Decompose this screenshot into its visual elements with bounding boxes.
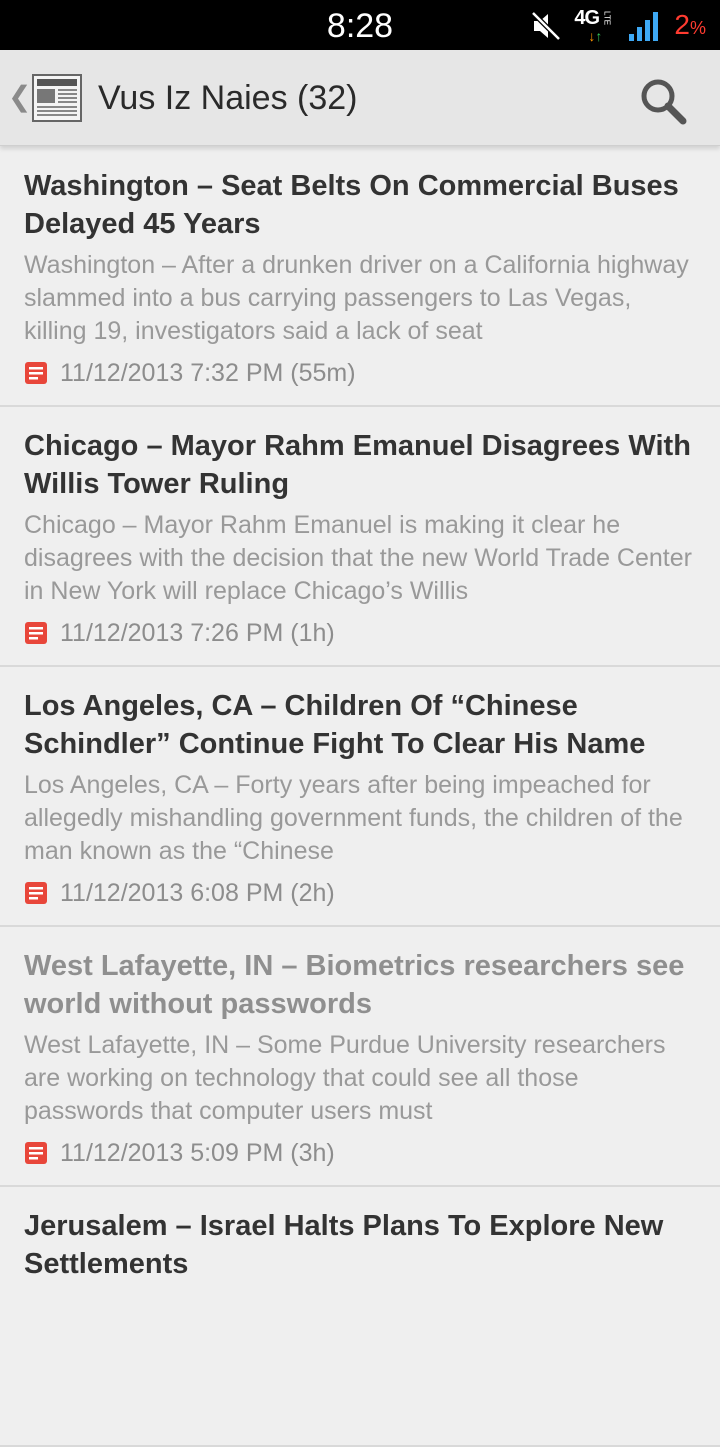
article-date: 11/12/2013 5:09 PM (3h) [60, 1139, 335, 1167]
article-title: Washington – Seat Belts On Commercial Bu… [24, 170, 679, 240]
newspaper-icon[interactable] [30, 72, 84, 124]
article-snippet: West Lafayette, IN – Some Purdue Univers… [24, 1031, 666, 1125]
page-title: Vus Iz Naies (32) [98, 79, 358, 117]
article-date: 11/12/2013 6:08 PM (2h) [60, 879, 335, 907]
battery-level: 2% [674, 9, 706, 44]
battery-value: 2 [674, 8, 690, 40]
article-date: 11/12/2013 7:26 PM (1h) [60, 619, 335, 647]
network-4g-icon: 4G LTE ↓↑ [574, 7, 616, 44]
article-meta: 11/12/2013 7:26 PM (1h) [24, 616, 696, 650]
article-icon [25, 882, 47, 904]
search-icon[interactable] [636, 74, 690, 128]
article-item[interactable]: Washington – Seat Belts On Commercial Bu… [0, 147, 720, 407]
article-list: Washington – Seat Belts On Commercial Bu… [0, 147, 720, 1447]
mute-icon [531, 11, 562, 41]
status-icons: 4G LTE ↓↑ 2% [530, 7, 706, 44]
article-date: 11/12/2013 7:32 PM (55m) [60, 359, 356, 387]
article-title: Jerusalem – Israel Halts Plans To Explor… [24, 1210, 664, 1280]
article-snippet: Washington – After a drunken driver on a… [24, 251, 689, 345]
network-sub-label: LTE [602, 11, 612, 26]
article-meta: 11/12/2013 7:32 PM (55m) [24, 356, 696, 390]
article-title: West Lafayette, IN – Biometrics research… [24, 950, 685, 1020]
chevron-left-icon[interactable]: ❮ [8, 80, 31, 114]
article-item[interactable]: Los Angeles, CA – Children Of “Chinese S… [0, 667, 720, 927]
article-snippet: Chicago – Mayor Rahm Emanuel is making i… [24, 511, 692, 605]
article-icon [25, 362, 47, 384]
article-item[interactable]: Jerusalem – Israel Halts Plans To Explor… [0, 1187, 720, 1447]
article-snippet: Los Angeles, CA – Forty years after bein… [24, 771, 683, 865]
article-icon [25, 622, 47, 644]
article-item[interactable]: West Lafayette, IN – Biometrics research… [0, 927, 720, 1187]
article-title: Los Angeles, CA – Children Of “Chinese S… [24, 690, 646, 760]
article-item[interactable]: Chicago – Mayor Rahm Emanuel Disagrees W… [0, 407, 720, 667]
status-bar: 8:28 4G LTE ↓↑ 2% [0, 0, 720, 50]
article-meta: 11/12/2013 6:08 PM (2h) [24, 876, 696, 910]
article-title: Chicago – Mayor Rahm Emanuel Disagrees W… [24, 430, 691, 500]
data-arrows-icon: ↓↑ [588, 28, 603, 44]
battery-unit: % [689, 17, 706, 38]
article-icon [25, 1142, 47, 1164]
article-meta: 11/12/2013 5:09 PM (3h) [24, 1136, 696, 1170]
network-label: 4G [574, 7, 600, 29]
signal-icon [629, 12, 659, 41]
action-bar: ❮ Vus Iz Naies (32) [0, 50, 720, 146]
